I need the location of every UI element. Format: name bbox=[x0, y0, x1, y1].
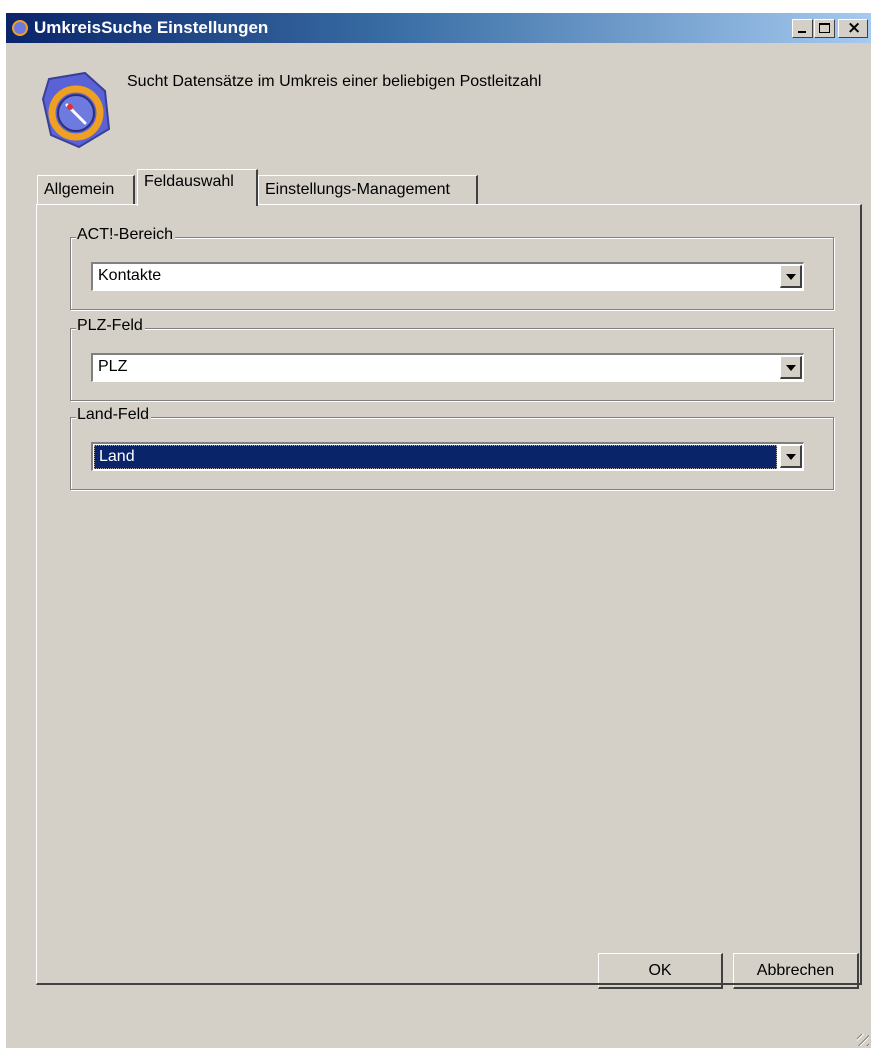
act-bereich-dropdown[interactable]: Kontakte bbox=[91, 262, 804, 291]
tab-allgemein[interactable]: Allgemein bbox=[37, 175, 135, 205]
minimize-icon bbox=[798, 31, 806, 33]
radar-search-icon bbox=[41, 71, 111, 149]
chevron-down-icon bbox=[786, 365, 796, 371]
dropdown-value: PLZ bbox=[98, 358, 128, 375]
land-feld-dropdown[interactable]: Land bbox=[91, 442, 804, 471]
chevron-down-icon bbox=[786, 274, 796, 280]
group-label: ACT!-Bereich bbox=[76, 226, 176, 244]
dropdown-button[interactable] bbox=[780, 265, 802, 288]
chevron-down-icon bbox=[786, 454, 796, 460]
dialog-description: Sucht Datensätze im Umkreis einer belieb… bbox=[127, 73, 542, 90]
app-icon bbox=[12, 20, 28, 36]
resize-grip[interactable] bbox=[857, 1034, 869, 1046]
settings-dialog: UmkreisSuche Einstellungen × Sucht Daten… bbox=[5, 12, 871, 1048]
group-plz-feld: PLZ-Feld PLZ bbox=[70, 317, 834, 401]
tab-panel-feldauswahl: ACT!-Bereich Kontakte PLZ-Feld PLZ Land-… bbox=[36, 204, 862, 985]
tab-einstellungs-management[interactable]: Einstellungs-Management bbox=[258, 175, 478, 205]
maximize-button[interactable] bbox=[814, 19, 835, 38]
dropdown-button[interactable] bbox=[780, 445, 802, 468]
close-button[interactable]: × bbox=[838, 19, 868, 38]
plz-feld-dropdown[interactable]: PLZ bbox=[91, 353, 804, 382]
dropdown-button[interactable] bbox=[780, 356, 802, 379]
title-bar[interactable]: UmkreisSuche Einstellungen × bbox=[6, 13, 871, 43]
tab-feldauswahl[interactable]: Feldauswahl bbox=[137, 169, 258, 206]
group-act-bereich: ACT!-Bereich Kontakte bbox=[70, 226, 834, 310]
group-land-feld: Land-Feld Land bbox=[70, 406, 834, 490]
close-icon: × bbox=[847, 18, 862, 38]
dropdown-value: Kontakte bbox=[98, 267, 162, 284]
minimize-button[interactable] bbox=[792, 19, 813, 38]
dropdown-value: Land bbox=[94, 445, 777, 469]
group-label: PLZ-Feld bbox=[76, 317, 145, 335]
window-title: UmkreisSuche Einstellungen bbox=[34, 18, 269, 37]
group-label: Land-Feld bbox=[76, 406, 152, 424]
maximize-icon bbox=[819, 23, 830, 33]
